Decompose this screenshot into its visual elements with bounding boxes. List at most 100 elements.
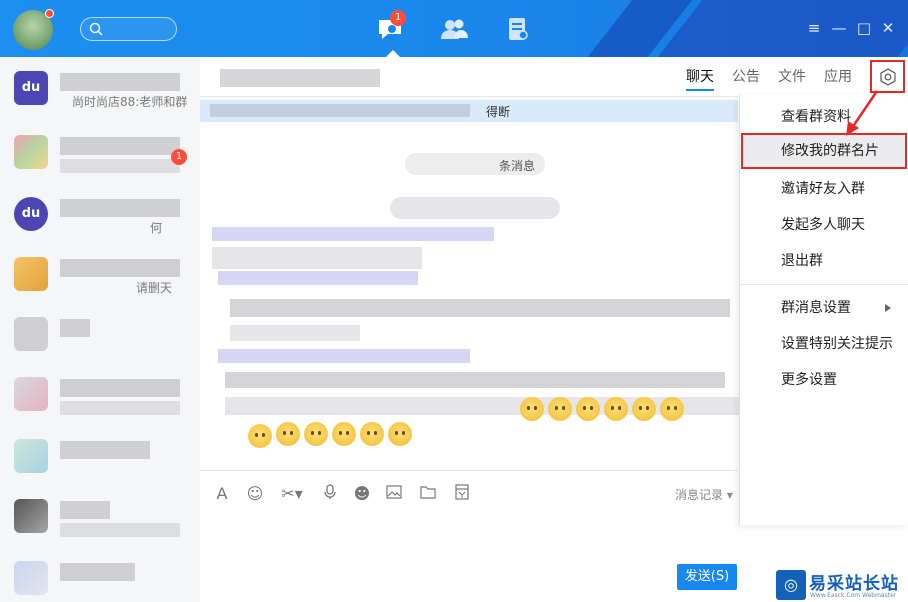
group-avatar (14, 135, 48, 169)
menu-item-edit-group-card[interactable]: 修改我的群名片 (741, 133, 907, 169)
emoji-icon (520, 397, 544, 421)
screenshot-icon[interactable]: ✂▾ (278, 484, 306, 504)
conversation-name (60, 379, 180, 397)
message-sender (218, 271, 418, 285)
input-toolbar: A ☺ ✂▾ ☻ 消息记录 ▾ (200, 470, 738, 516)
annotation-arrow (846, 90, 879, 136)
menu-item-leave-group[interactable]: 退出群 (740, 243, 908, 279)
conversation-preview: 何 (150, 221, 163, 235)
menu-item-invite-friends[interactable]: 邀请好友入群 (740, 171, 908, 207)
message-sender (218, 349, 470, 363)
history-label: 消息记录 (675, 488, 724, 502)
conversation-name (60, 73, 180, 91)
list-item[interactable]: 请删天 (0, 247, 200, 307)
maximize-icon[interactable]: □ (856, 20, 872, 36)
tab-chat[interactable]: 聊天 (686, 65, 714, 91)
messages-tab-button[interactable]: 1 (374, 10, 406, 44)
watermark-title: 易采站长站 (809, 574, 899, 594)
list-item[interactable] (0, 125, 200, 185)
contact-avatar (14, 561, 48, 595)
close-icon[interactable]: ✕ (880, 20, 896, 36)
unread-badge: 1 (171, 149, 187, 165)
emoji-icon (304, 422, 328, 446)
menu-item-label: 群消息设置 (781, 300, 851, 316)
contacts-icon (441, 19, 468, 39)
conversation-preview (60, 401, 180, 415)
chat-title (220, 69, 380, 87)
list-item[interactable]: du 尚时尚店88:老师和群 (0, 61, 200, 121)
group-avatar: du (14, 71, 48, 105)
menu-item-message-settings[interactable]: 群消息设置 (740, 290, 908, 326)
image-icon[interactable] (384, 484, 404, 504)
conversation-preview (60, 523, 180, 537)
voice-icon[interactable] (320, 484, 340, 504)
conversation-list: du 尚时尚店88:老师和群 1 du 何 请删天 (0, 57, 200, 602)
group-settings-menu: 查看群资料 修改我的群名片 邀请好友入群 发起多人聊天 退出群 群消息设置 设置… (739, 95, 908, 525)
files-icon (509, 18, 528, 40)
watermark-logo: ◎ (776, 570, 806, 600)
folder-icon[interactable] (418, 484, 438, 504)
contacts-tab-button[interactable] (438, 14, 470, 44)
message-history-link[interactable]: 消息记录 ▾ (675, 486, 733, 503)
menu-item-view-group-info[interactable]: 查看群资料 (740, 99, 908, 135)
site-watermark: ◎ 易采站长站 Www.Easck.Com Webmaster (773, 567, 908, 602)
notice-text: 得断 (486, 105, 511, 119)
emoji-icon (660, 397, 684, 421)
conversation-name (60, 259, 180, 277)
tab-announcement[interactable]: 公告 (732, 65, 760, 91)
message-bubble (230, 325, 360, 341)
qq-window: 1 ≡ — □ ✕ du 尚时尚店88:老师和群 1 du 何 请删天 得断 条… (0, 0, 908, 602)
list-item[interactable] (0, 367, 200, 427)
user-avatar[interactable] (13, 9, 54, 50)
font-icon[interactable]: A (212, 484, 232, 504)
contact-avatar (14, 439, 48, 473)
menu-item-start-group-chat[interactable]: 发起多人聊天 (740, 207, 908, 243)
emoji-icon (332, 422, 356, 446)
system-tip-text: 条消息 (498, 159, 535, 173)
emoji-picker-icon[interactable]: ☺ (245, 484, 265, 504)
contact-avatar (14, 499, 48, 533)
contact-avatar (14, 377, 48, 411)
menu-divider (740, 284, 908, 285)
system-tip: 条消息 (405, 153, 545, 175)
conversation-name (60, 319, 90, 337)
send-button[interactable]: 发送(S) (677, 564, 737, 590)
face-icon[interactable]: ☻ (352, 484, 372, 504)
tab-files[interactable]: 文件 (778, 65, 806, 91)
emoji-icon (632, 397, 656, 421)
system-tip (390, 197, 560, 219)
emoji-icon (276, 422, 300, 446)
conversation-name (60, 563, 135, 581)
chevron-right-icon (885, 304, 891, 312)
conversation-preview (60, 159, 180, 173)
chat-panel: 得断 条消息 A ☺ ✂▾ ☻ 消息记录 ▾ 发送(S) (200, 57, 745, 602)
search-icon (89, 22, 103, 36)
conversation-preview: 尚时尚店88:老师和群 (72, 95, 188, 109)
conversation-name (60, 441, 150, 459)
message-bubble (212, 247, 422, 269)
notice-content (210, 104, 470, 117)
files-tab-button[interactable] (502, 14, 534, 44)
list-item[interactable]: du 何 (0, 187, 200, 247)
conversation-preview: 请删天 (136, 281, 173, 295)
list-item[interactable] (0, 551, 200, 602)
minimize-icon[interactable]: — (831, 20, 847, 36)
menu-item-more-settings[interactable]: 更多设置 (740, 362, 908, 398)
red-packet-icon[interactable] (452, 484, 472, 504)
chat-header (200, 57, 738, 97)
emoji-icon (548, 397, 572, 421)
list-item[interactable] (0, 489, 200, 549)
status-dot (45, 9, 54, 18)
list-item[interactable] (0, 307, 200, 367)
watermark-subtitle: Www.Easck.Com Webmaster (810, 592, 897, 599)
menu-item-special-attention[interactable]: 设置特别关注提示 (740, 326, 908, 362)
list-item[interactable] (0, 429, 200, 489)
group-notice-bar[interactable]: 得断 (200, 100, 738, 122)
search-input[interactable] (80, 17, 177, 41)
menu-icon[interactable]: ≡ (806, 20, 822, 36)
group-avatar: du (14, 197, 48, 231)
conversation-name (60, 137, 180, 155)
messages-badge: 1 (390, 10, 406, 26)
group-avatar (14, 257, 48, 291)
title-bar: 1 ≡ — □ ✕ (0, 0, 908, 58)
